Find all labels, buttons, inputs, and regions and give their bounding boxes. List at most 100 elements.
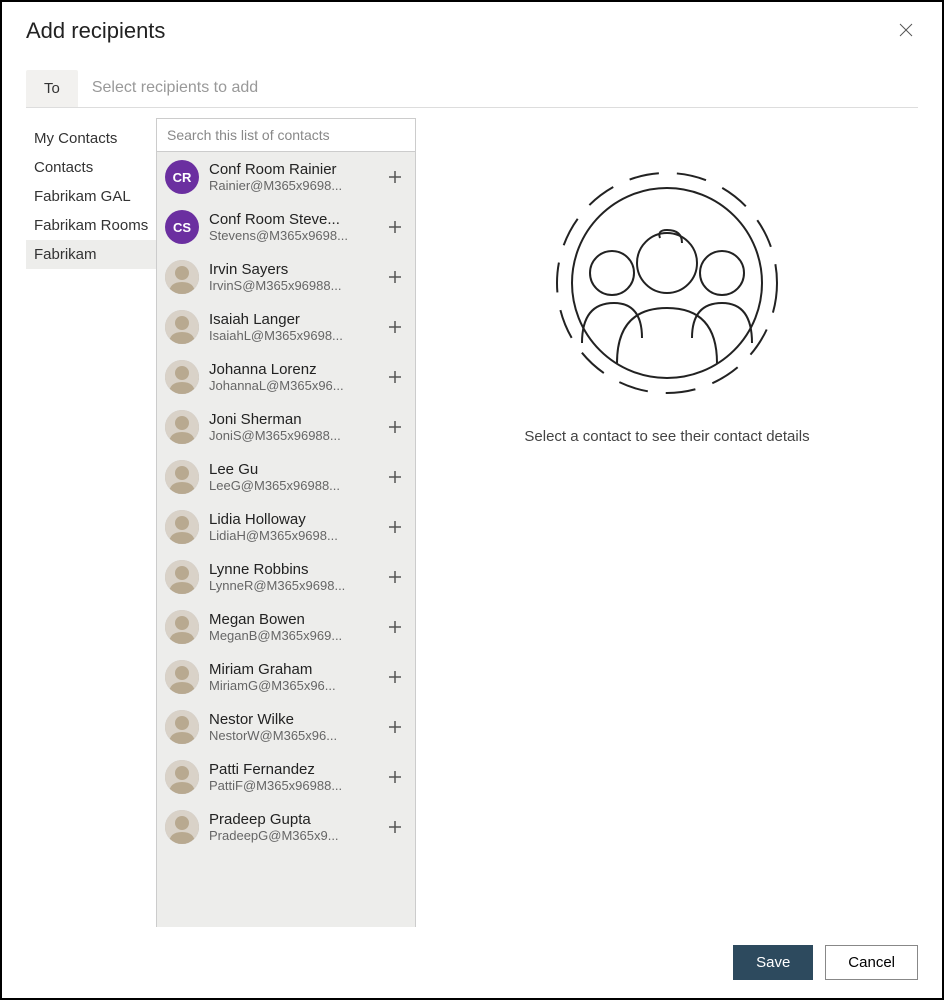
close-icon (898, 22, 914, 38)
add-contact-button[interactable] (383, 465, 407, 489)
avatar (165, 510, 199, 544)
contact-row[interactable]: Joni ShermanJoniS@M365x96988... (157, 402, 415, 452)
contact-row[interactable]: CSConf Room Steve...Stevens@M365x9698... (157, 202, 415, 252)
contact-details-panel: Select a contact to see their contact de… (416, 118, 918, 927)
contact-text: Conf Room Steve...Stevens@M365x9698... (209, 211, 379, 243)
details-placeholder-text: Select a contact to see their contact de… (524, 428, 809, 445)
add-contact-button[interactable] (383, 265, 407, 289)
contact-row[interactable]: Johanna LorenzJohannaL@M365x96... (157, 352, 415, 402)
avatar (165, 610, 199, 644)
contacts-panel: Search this list of contacts CRConf Room… (156, 118, 416, 927)
contact-row[interactable]: Miriam GrahamMiriamG@M365x96... (157, 652, 415, 702)
plus-icon (387, 819, 403, 835)
contact-email: LynneR@M365x9698... (209, 578, 379, 593)
avatar (165, 460, 199, 494)
contact-text: Joni ShermanJoniS@M365x96988... (209, 411, 379, 443)
titlebar: Add recipients (2, 2, 942, 53)
close-button[interactable] (894, 18, 918, 45)
contact-row[interactable]: Megan BowenMeganB@M365x969... (157, 602, 415, 652)
contact-row[interactable]: Pradeep GuptaPradeepG@M365x9... (157, 802, 415, 852)
add-contact-button[interactable] (383, 515, 407, 539)
contact-name: Conf Room Steve... (209, 211, 379, 228)
avatar (165, 760, 199, 794)
contact-email: Rainier@M365x9698... (209, 178, 379, 193)
add-contact-button[interactable] (383, 615, 407, 639)
plus-icon (387, 469, 403, 485)
search-contacts-input[interactable]: Search this list of contacts (157, 119, 415, 152)
address-list-sidebar: My ContactsContactsFabrikam GALFabrikam … (26, 118, 156, 927)
add-contact-button[interactable] (383, 415, 407, 439)
sidebar-item[interactable]: Fabrikam (26, 240, 156, 269)
add-contact-button[interactable] (383, 165, 407, 189)
plus-icon (387, 569, 403, 585)
avatar (165, 260, 199, 294)
contact-name: Nestor Wilke (209, 711, 379, 728)
contact-name: Conf Room Rainier (209, 161, 379, 178)
contact-row[interactable]: Lynne RobbinsLynneR@M365x9698... (157, 552, 415, 602)
contact-email: LeeG@M365x96988... (209, 478, 379, 493)
contact-email: LidiaH@M365x9698... (209, 528, 379, 543)
contact-row[interactable]: Lee GuLeeG@M365x96988... (157, 452, 415, 502)
contact-name: Patti Fernandez (209, 761, 379, 778)
contact-email: MiriamG@M365x96... (209, 678, 379, 693)
contact-row[interactable]: CRConf Room RainierRainier@M365x9698... (157, 152, 415, 202)
contact-text: Nestor WilkeNestorW@M365x96... (209, 711, 379, 743)
plus-icon (387, 769, 403, 785)
to-field-row: To Select recipients to add (26, 69, 918, 108)
contact-text: Megan BowenMeganB@M365x969... (209, 611, 379, 643)
cancel-button[interactable]: Cancel (825, 945, 918, 980)
sidebar-item[interactable]: Fabrikam Rooms (26, 211, 156, 240)
plus-icon (387, 619, 403, 635)
add-contact-button[interactable] (383, 815, 407, 839)
save-button[interactable]: Save (733, 945, 813, 980)
plus-icon (387, 169, 403, 185)
contact-row[interactable]: Lidia HollowayLidiaH@M365x9698... (157, 502, 415, 552)
contact-text: Lynne RobbinsLynneR@M365x9698... (209, 561, 379, 593)
body: My ContactsContactsFabrikam GALFabrikam … (2, 118, 942, 927)
avatar (165, 410, 199, 444)
recipients-input[interactable]: Select recipients to add (78, 69, 918, 107)
contact-row[interactable]: Irvin SayersIrvinS@M365x96988... (157, 252, 415, 302)
sidebar-item[interactable]: My Contacts (26, 124, 156, 153)
contact-email: NestorW@M365x96... (209, 728, 379, 743)
add-recipients-dialog: Add recipients To Select recipients to a… (0, 0, 944, 1000)
contact-name: Johanna Lorenz (209, 361, 379, 378)
contact-row[interactable]: Nestor WilkeNestorW@M365x96... (157, 702, 415, 752)
contact-name: Lynne Robbins (209, 561, 379, 578)
contact-row[interactable]: Isaiah LangerIsaiahL@M365x9698... (157, 302, 415, 352)
sidebar-item[interactable]: Contacts (26, 153, 156, 182)
contact-name: Irvin Sayers (209, 261, 379, 278)
contact-text: Johanna LorenzJohannaL@M365x96... (209, 361, 379, 393)
contact-name: Miriam Graham (209, 661, 379, 678)
plus-icon (387, 269, 403, 285)
plus-icon (387, 319, 403, 335)
contact-name: Isaiah Langer (209, 311, 379, 328)
contact-email: PattiF@M365x96988... (209, 778, 379, 793)
contact-name: Lidia Holloway (209, 511, 379, 528)
plus-icon (387, 719, 403, 735)
contact-row[interactable]: Patti FernandezPattiF@M365x96988... (157, 752, 415, 802)
contact-email: Stevens@M365x9698... (209, 228, 379, 243)
to-chip[interactable]: To (26, 70, 78, 107)
add-contact-button[interactable] (383, 215, 407, 239)
add-contact-button[interactable] (383, 365, 407, 389)
add-contact-button[interactable] (383, 765, 407, 789)
people-placeholder-icon (542, 158, 792, 408)
add-contact-button[interactable] (383, 315, 407, 339)
add-contact-button[interactable] (383, 715, 407, 739)
plus-icon (387, 669, 403, 685)
add-contact-button[interactable] (383, 665, 407, 689)
plus-icon (387, 369, 403, 385)
add-contact-button[interactable] (383, 565, 407, 589)
contacts-list[interactable]: CRConf Room RainierRainier@M365x9698...C… (157, 152, 415, 927)
avatar (165, 660, 199, 694)
contact-name: Megan Bowen (209, 611, 379, 628)
plus-icon (387, 419, 403, 435)
dialog-footer: Save Cancel (2, 927, 942, 998)
contact-email: JohannaL@M365x96... (209, 378, 379, 393)
contact-text: Patti FernandezPattiF@M365x96988... (209, 761, 379, 793)
contact-email: IrvinS@M365x96988... (209, 278, 379, 293)
sidebar-item[interactable]: Fabrikam GAL (26, 182, 156, 211)
contact-name: Joni Sherman (209, 411, 379, 428)
avatar (165, 310, 199, 344)
